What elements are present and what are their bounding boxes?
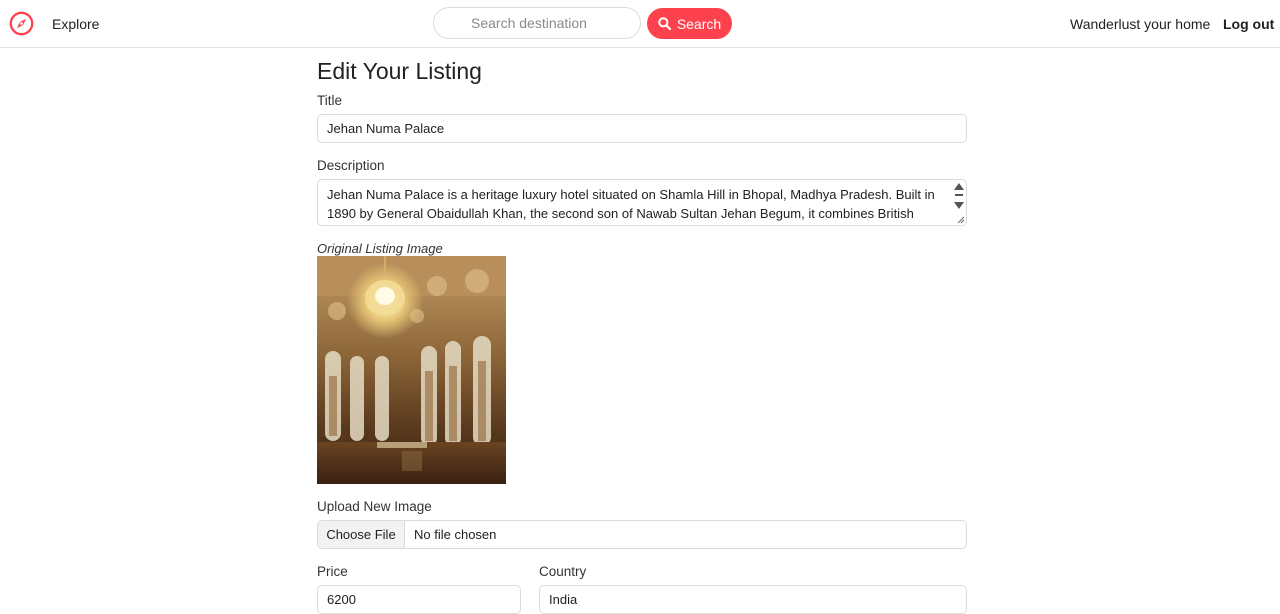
title-input[interactable] (317, 114, 967, 143)
title-label: Title (317, 93, 343, 108)
original-image-caption: Original Listing Image (317, 241, 443, 256)
search-icon (658, 17, 671, 30)
scrollbar-thumb[interactable] (955, 194, 963, 196)
file-status: No file chosen (414, 527, 497, 542)
page-title: Edit Your Listing (317, 58, 482, 84)
search-input[interactable] (433, 7, 641, 39)
compass-icon[interactable] (9, 11, 34, 36)
price-input[interactable] (317, 585, 521, 614)
search-button[interactable]: Search (647, 8, 732, 39)
resize-grip-icon[interactable] (957, 216, 965, 224)
country-input[interactable] (539, 585, 967, 614)
country-label: Country (539, 564, 587, 579)
price-label: Price (317, 564, 348, 579)
navbar: Explore Search Wanderlust your home Log … (0, 0, 1280, 48)
search-button-label: Search (676, 15, 722, 32)
upload-image-input[interactable]: Choose File No file chosen (317, 520, 967, 549)
logout-link[interactable]: Log out (1223, 15, 1274, 33)
explore-link[interactable]: Explore (52, 15, 99, 33)
host-link[interactable]: Wanderlust your home (1070, 15, 1210, 33)
scroll-up-arrow-icon[interactable] (954, 183, 964, 190)
scroll-down-arrow-icon[interactable] (954, 202, 964, 209)
description-label: Description (317, 158, 385, 173)
description-textarea[interactable]: Jehan Numa Palace is a heritage luxury h… (317, 179, 967, 226)
upload-image-label: Upload New Image (317, 499, 432, 514)
original-listing-image (317, 256, 506, 484)
choose-file-button[interactable]: Choose File (318, 521, 405, 548)
